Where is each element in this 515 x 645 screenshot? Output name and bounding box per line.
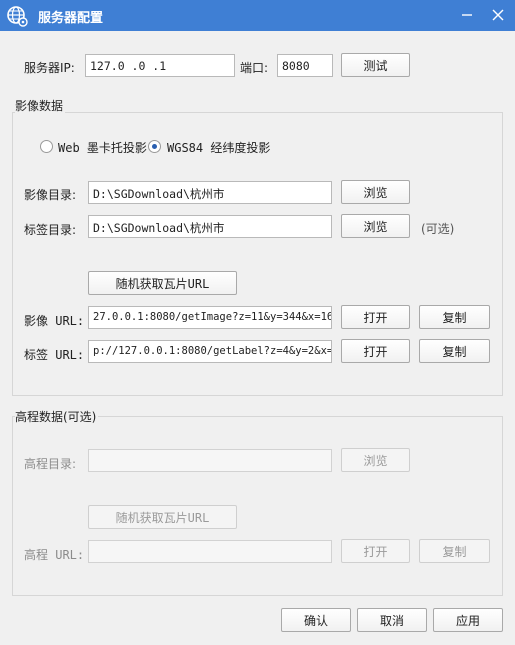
elevation-url-label: 高程 URL: [24,548,85,562]
elevation-dir-label: 高程目录: [24,457,77,471]
image-dir-input[interactable]: D:\SGDownload\杭州市 [88,181,332,204]
elevation-url-open-button[interactable]: 打开 [341,539,410,563]
label-dir-label: 标签目录: [24,223,77,237]
window-title: 服务器配置 [38,11,104,26]
test-button[interactable]: 测试 [341,53,410,77]
port-label: 端口: [240,61,269,75]
minimize-icon [462,14,472,16]
wgs84-radio[interactable] [148,140,161,153]
label-url-input[interactable]: p://127.0.0.1:8080/getLabel?z=4&y=2&x=13 [88,340,332,363]
image-dir-label: 影像目录: [24,188,77,202]
label-url-label: 标签 URL: [24,348,85,362]
random-tile-url-button[interactable]: 随机获取瓦片URL [88,271,237,295]
close-icon [492,9,504,21]
apply-button[interactable]: 应用 [433,608,503,632]
elevation-group-title: 高程数据(可选) [15,408,99,425]
web-mercator-label: Web 墨卡托投影 [58,141,147,155]
imagery-group-title: 影像数据 [15,97,66,114]
wgs84-label: WGS84 经纬度投影 [167,141,271,155]
image-url-open-button[interactable]: 打开 [341,305,410,329]
image-url-copy-button[interactable]: 复制 [419,305,490,329]
label-url-copy-button[interactable]: 复制 [419,339,490,363]
ok-button[interactable]: 确认 [281,608,351,632]
elevation-dir-browse-button[interactable]: 浏览 [341,448,410,472]
label-dir-input[interactable]: D:\SGDownload\杭州市 [88,215,332,238]
image-url-input[interactable]: 27.0.0.1:8080/getImage?z=11&y=344&x=1698 [88,306,332,329]
web-mercator-radio[interactable] [40,140,53,153]
server-ip-input[interactable]: 127.0 .0 .1 [85,54,235,77]
image-url-label: 影像 URL: [24,314,85,328]
minimize-button[interactable] [454,4,480,26]
label-url-open-button[interactable]: 打开 [341,339,410,363]
server-ip-label: 服务器IP: [24,61,75,75]
label-dir-browse-button[interactable]: 浏览 [341,214,410,238]
globe-gear-icon [7,6,28,27]
elevation-random-tile-url-button[interactable]: 随机获取瓦片URL [88,505,237,529]
image-dir-browse-button[interactable]: 浏览 [341,180,410,204]
title-bar: 服务器配置 [0,0,515,31]
elevation-dir-input[interactable] [88,449,332,472]
elevation-url-input[interactable] [88,540,332,563]
cancel-button[interactable]: 取消 [357,608,427,632]
elevation-url-copy-button[interactable]: 复制 [419,539,490,563]
optional-hint: (可选) [421,222,455,236]
close-button[interactable] [485,4,511,26]
port-input[interactable]: 8080 [277,54,333,77]
elevation-group [12,416,503,596]
